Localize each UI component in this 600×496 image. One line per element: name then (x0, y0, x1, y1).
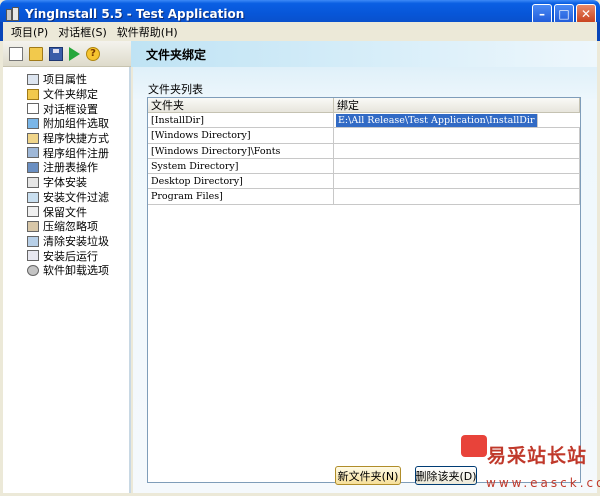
run-after-icon (27, 250, 39, 262)
open-icon[interactable] (29, 46, 43, 61)
table-cell-folder: [Windows Directory] (148, 128, 334, 143)
group-label: 文件夹列表 (148, 83, 203, 96)
sidebar-item-file-filter[interactable]: 安装文件过滤 (3, 190, 129, 205)
shortcut-icon (27, 132, 39, 144)
table-row[interactable]: [Windows Directory]\Fonts (148, 143, 580, 159)
maximize-icon: □ (558, 7, 570, 21)
window-title: YingInstall 5.5 - Test Application (25, 7, 245, 21)
table-cell-folder: [Windows Directory]\Fonts (148, 143, 334, 158)
table-cell-folder: System Directory] (148, 158, 334, 174)
keep-file-icon (27, 206, 39, 218)
table-cell-folder: Desktop Directory] (148, 174, 334, 189)
filter-icon (27, 191, 39, 203)
table-row[interactable]: [Windows Directory] (148, 128, 580, 144)
sidebar-item-font-install[interactable]: 字体安装 (3, 175, 129, 190)
table-cell-folder: Program Files] (148, 189, 334, 204)
maximize-button[interactable]: □ (554, 4, 574, 24)
watermark-logo: 易采站长站 (487, 445, 588, 467)
table-header: 文件夹 绑定 (148, 98, 580, 113)
cleanup-icon (27, 235, 39, 247)
uninstall-icon (27, 264, 39, 276)
menu-help[interactable]: 软件帮助(H) (112, 24, 183, 40)
sidebar-item-addon-select[interactable]: 附加组件选取 (3, 116, 129, 131)
table-cell-binding[interactable] (334, 174, 580, 189)
column-header-folder[interactable]: 文件夹 (148, 98, 334, 112)
new-icon[interactable] (9, 46, 23, 61)
help-icon[interactable]: ? (86, 46, 100, 61)
run-icon[interactable] (69, 46, 80, 61)
sidebar-item-compress-ignore[interactable]: 压缩忽略项 (3, 219, 129, 234)
table-row[interactable]: Program Files] (148, 189, 580, 205)
minimize-button[interactable]: – (532, 4, 552, 24)
sidebar-item-keep-file[interactable]: 保留文件 (3, 204, 129, 219)
sidebar-item-run-after-install[interactable]: 安装后运行 (3, 248, 129, 263)
registry-icon (27, 162, 39, 174)
table-row[interactable]: Desktop Directory] (148, 174, 580, 190)
save-icon[interactable] (49, 46, 63, 61)
close-button[interactable]: ✕ (576, 4, 596, 24)
sidebar-item-component-register[interactable]: 程序组件注册 (3, 145, 129, 160)
watermark-url: www.easck.com (486, 476, 600, 490)
sidebar-item-shortcut[interactable]: 程序快捷方式 (3, 131, 129, 146)
table-row[interactable]: [InstallDir] E:\All Release\Test Applica… (148, 113, 580, 129)
toolbar: ? (3, 41, 131, 67)
sidebar-item-folder-binding[interactable]: 文件夹绑定 (3, 87, 129, 102)
column-header-binding[interactable]: 绑定 (334, 98, 580, 112)
font-icon (27, 176, 39, 188)
menu-project[interactable]: 项目(P) (6, 24, 53, 40)
sidebar-item-registry[interactable]: 注册表操作 (3, 160, 129, 175)
table-cell-binding[interactable] (334, 143, 580, 158)
close-icon: ✕ (580, 7, 592, 21)
folder-icon (27, 88, 39, 100)
sidebar-item-cleanup[interactable]: 清除安装垃圾 (3, 234, 129, 249)
new-folder-button[interactable]: 新文件夹(N) (335, 466, 401, 485)
register-icon (27, 147, 39, 159)
table-cell-binding[interactable] (334, 128, 580, 143)
addon-icon (27, 118, 39, 130)
table-cell-binding[interactable] (334, 189, 580, 204)
watermark-icon (461, 435, 487, 457)
table-cell-binding-selected[interactable]: E:\All Release\Test Application\InstallD… (336, 114, 538, 127)
sidebar: 项目属性 文件夹绑定 对话框设置 附加组件选取 程序快捷方式 程序组件注册 注册… (3, 67, 131, 493)
minimize-icon: – (539, 7, 545, 21)
app-icon (5, 6, 21, 22)
section-title: 文件夹绑定 (146, 47, 207, 62)
delete-folder-button[interactable]: 删除该夹(D) (415, 466, 477, 485)
folder-table: 文件夹 绑定 [InstallDir] E:\All Release\Test … (147, 97, 581, 483)
table-cell-binding[interactable] (334, 158, 580, 174)
sidebar-item-uninstall-options[interactable]: 软件卸载选项 (3, 263, 129, 278)
section-header: 文件夹绑定 (131, 41, 597, 67)
project-properties-icon (27, 74, 39, 85)
table-cell-folder: [InstallDir] (148, 113, 334, 128)
sidebar-item-project-properties[interactable]: 项目属性 (3, 72, 129, 87)
main-panel: 文件夹列表 文件夹 绑定 [InstallDir] E:\All Release… (133, 67, 597, 493)
table-row[interactable]: System Directory] (148, 158, 580, 175)
menu-dialog[interactable]: 对话框(S) (53, 24, 112, 40)
dialog-icon (27, 103, 39, 115)
menu-bar: 项目(P) 对话框(S) 软件帮助(H) (0, 22, 600, 41)
compress-icon (27, 220, 39, 232)
sidebar-item-dialog-settings[interactable]: 对话框设置 (3, 101, 129, 116)
